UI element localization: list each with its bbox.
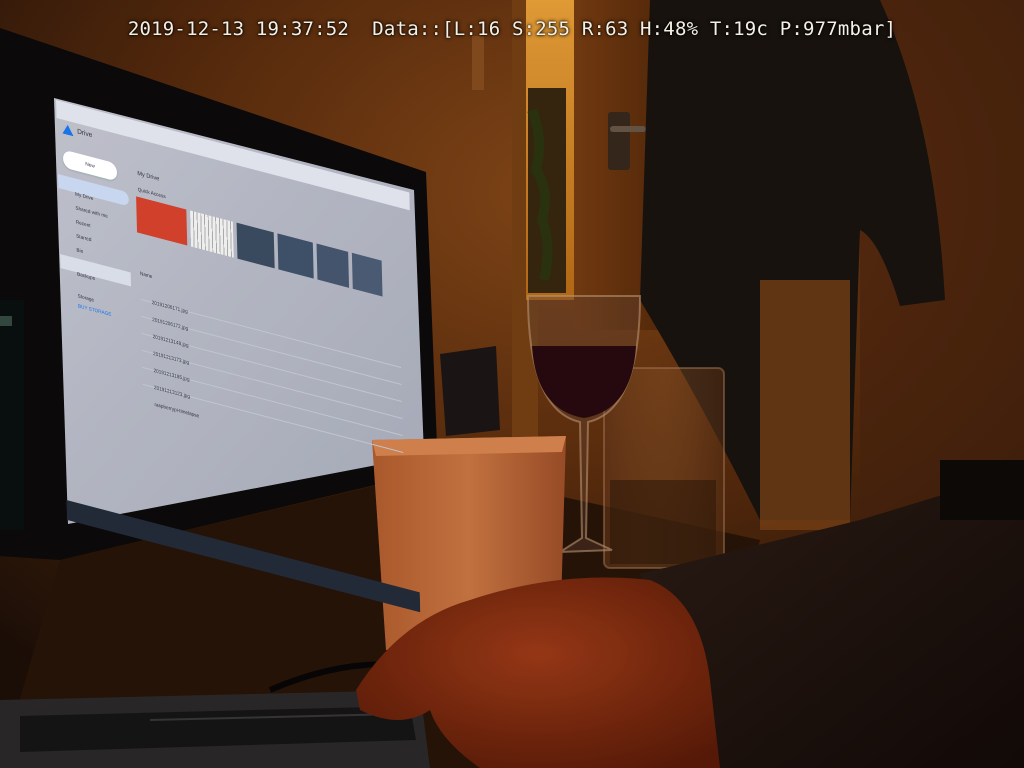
overlay-data-prefix: Data:: xyxy=(372,18,443,40)
overlay-saturation: S:255 xyxy=(511,18,571,40)
overlay-red: R:63 xyxy=(581,18,629,40)
overlay-datetime: 2019-12-13 19:37:52 xyxy=(127,18,350,40)
overlay-pressure: P:977mbar xyxy=(779,18,885,40)
thumbnail[interactable] xyxy=(136,196,188,246)
overlay-light: L:16 xyxy=(453,18,501,40)
thumbnail[interactable] xyxy=(316,243,350,288)
drive-logo-icon xyxy=(62,123,73,136)
file-list: 20191206171.jpg 20191206172.jpg 20191213… xyxy=(140,282,404,469)
list-header-name: Name xyxy=(139,270,153,281)
thumbnail[interactable] xyxy=(277,233,314,279)
thumbnail[interactable] xyxy=(236,222,275,269)
overlay-temperature: T:19c xyxy=(709,18,769,40)
thumbnail[interactable] xyxy=(351,252,383,297)
sidebar: My Drive Shared with me Recent Starred B… xyxy=(57,174,132,326)
thumbnail[interactable] xyxy=(190,210,234,258)
drive-app-name: Drive xyxy=(77,128,93,140)
breadcrumb: My Drive xyxy=(137,170,160,183)
sensor-overlay: 2019-12-13 19:37:52 Data::[L:16 S:255 R:… xyxy=(127,18,897,40)
new-button-label: New xyxy=(85,161,95,170)
overlay-humidity: H:48% xyxy=(640,18,699,40)
